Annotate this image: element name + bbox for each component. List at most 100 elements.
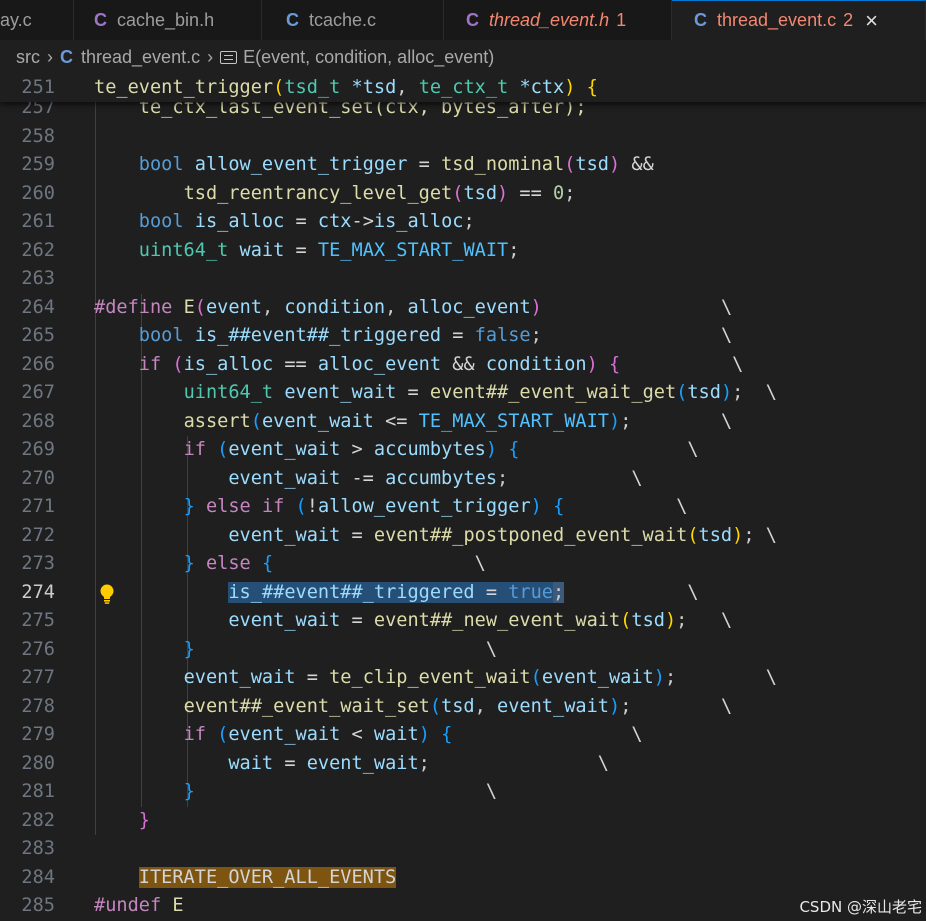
code-editor[interactable]: 251 te_event_trigger(tsd_t *tsd, te_ctx_…: [0, 74, 926, 921]
code-line[interactable]: 278 event##_event_wait_set(tsd, event_wa…: [0, 693, 926, 722]
code-line[interactable]: 267 uint64_t event_wait = event##_event_…: [0, 379, 926, 408]
code-token: (: [564, 154, 576, 175]
code-token: =: [273, 752, 307, 774]
code-token: =: [284, 239, 318, 261]
code-text: if (is_alloc == alloc_event && condition…: [94, 351, 744, 380]
code-token: \: [620, 353, 744, 375]
code-token: event##_event_wait_get: [429, 382, 677, 403]
code-line[interactable]: 270 event_wait -= accumbytes; \: [0, 465, 926, 494]
code-text: bool is_##event##_triggered = false; \: [94, 322, 732, 351]
line-number: 261: [21, 211, 55, 232]
code-token: \: [429, 752, 609, 774]
code-line[interactable]: 264 #define E(event, condition, alloc_eve…: [0, 294, 926, 323]
code-token: allow_event_trigger: [317, 496, 531, 517]
code-line[interactable]: 272 event_wait = event##_postponed_event…: [0, 522, 926, 551]
code-line[interactable]: 263: [0, 265, 926, 294]
lightbulb-icon[interactable]: [97, 583, 117, 605]
code-token: (: [676, 382, 688, 403]
code-token: *tsd: [351, 77, 397, 98]
code-line[interactable]: 275 event_wait = event##_new_event_wait(…: [0, 607, 926, 636]
code-line[interactable]: 265 bool is_##event##_triggered = false;…: [0, 322, 926, 351]
code-line[interactable]: 281 } \: [0, 778, 926, 807]
code-token: ;: [418, 752, 430, 774]
code-token: ,: [385, 296, 408, 318]
tab-label: ay.c: [0, 9, 32, 30]
code-line[interactable]: 280 wait = event_wait; \: [0, 750, 926, 779]
code-line[interactable]: 273 } else { \: [0, 550, 926, 579]
code-token: \: [273, 553, 486, 574]
code-line[interactable]: 271 } else if (!allow_event_trigger) { \: [0, 493, 926, 522]
code-token: {: [508, 439, 520, 460]
code-line[interactable]: 268 assert(event_wait <= TE_MAX_START_WA…: [0, 408, 926, 437]
code-line[interactable]: 285 #undef E: [0, 892, 926, 921]
code-token: ;: [620, 410, 632, 432]
code-line[interactable]: 260 tsd_reentrancy_level_get(tsd) == 0;: [0, 180, 926, 209]
code-token: accumbytes: [385, 467, 498, 489]
line-number: 279: [21, 724, 55, 745]
code-line[interactable]: 284 ITERATE_OVER_ALL_EVENTS: [0, 864, 926, 893]
line-number: 271: [21, 496, 55, 517]
tab-ay-c[interactable]: ay.c: [0, 0, 74, 40]
tab-tcache-c[interactable]: C tcache.c: [262, 0, 444, 40]
tab-cache-bin-h[interactable]: C cache_bin.h: [74, 0, 262, 40]
code-line[interactable]: 277 event_wait = te_clip_event_wait(even…: [0, 664, 926, 693]
breadcrumb-symbol[interactable]: E(event, condition, alloc_event): [243, 47, 494, 68]
line-number: 258: [21, 125, 55, 147]
code-line[interactable]: 269 if (event_wait > accumbytes) { \: [0, 436, 926, 465]
code-token: ;: [664, 667, 677, 688]
breadcrumb-folder[interactable]: src: [16, 47, 40, 68]
code-text: } \: [94, 636, 497, 665]
close-icon[interactable]: ×: [865, 9, 878, 32]
breadcrumb-file[interactable]: thread_event.c: [81, 47, 200, 68]
code-line[interactable]: 276 } \: [0, 636, 926, 665]
code-text: event_wait -= accumbytes; \: [94, 465, 642, 494]
code-line[interactable]: 262 uint64_t wait = TE_MAX_START_WAIT;: [0, 237, 926, 266]
code-token: (: [620, 610, 632, 631]
code-line[interactable]: 282 }: [0, 807, 926, 836]
sticky-scroll-header[interactable]: 251 te_event_trigger(tsd_t *tsd, te_ctx_…: [0, 74, 926, 102]
code-token: ;: [497, 467, 509, 489]
code-token: {: [441, 724, 453, 745]
code-token: #define: [94, 296, 173, 318]
tab-thread-event-c[interactable]: C thread_event.c 2 ×: [672, 0, 926, 40]
code-line[interactable]: 266 if (is_alloc == alloc_event && condi…: [0, 351, 926, 380]
line-number: 278: [21, 695, 55, 717]
code-token: tsd_nominal: [441, 154, 565, 175]
code-token: ;: [564, 182, 576, 204]
code-token: \: [631, 695, 733, 717]
line-number: 283: [21, 838, 55, 859]
code-line[interactable]: 258: [0, 123, 926, 152]
code-line[interactable]: 274 is_##event##_triggered = true; \: [0, 579, 926, 608]
code-line[interactable]: 261 bool is_alloc = ctx->is_alloc;: [0, 208, 926, 237]
code-token: ): [732, 524, 744, 546]
code-token: condition: [284, 296, 386, 318]
line-number: 263: [21, 268, 55, 289]
code-text: uint64_t event_wait = event##_event_wait…: [94, 379, 777, 408]
code-text: } else { \: [94, 550, 486, 579]
code-token: (: [250, 410, 262, 432]
c-file-icon: C: [286, 9, 299, 30]
c-file-icon: C: [466, 9, 479, 30]
code-token: event##_postponed_event_wait: [373, 524, 688, 546]
code-line[interactable]: 259 bool allow_event_trigger = tsd_nomin…: [0, 151, 926, 180]
code-text: ITERATE_OVER_ALL_EVENTS: [94, 864, 397, 893]
code-line[interactable]: 279 if (event_wait < wait) { \: [0, 721, 926, 750]
code-line[interactable]: 283: [0, 835, 926, 864]
tab-thread-event-h[interactable]: C thread_event.h 1: [444, 0, 672, 40]
code-token: ,: [474, 695, 498, 717]
